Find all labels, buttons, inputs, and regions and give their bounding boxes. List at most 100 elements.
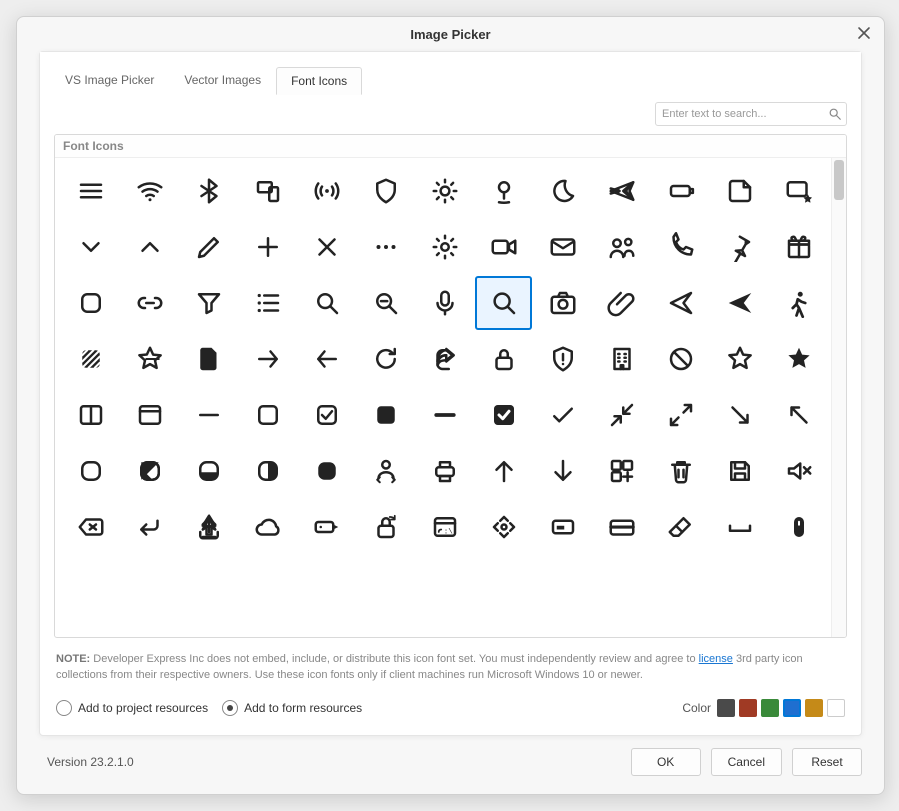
chevron-down-icon[interactable] — [63, 220, 120, 274]
color-swatch[interactable] — [783, 699, 801, 717]
walk-icon[interactable] — [770, 276, 827, 330]
arrow-expand-icon[interactable] — [652, 388, 709, 442]
color-swatch[interactable] — [739, 699, 757, 717]
magnifier-icon[interactable] — [475, 276, 532, 330]
close-icon[interactable] — [856, 25, 874, 43]
scrollbar-thumb[interactable] — [834, 160, 844, 200]
square-icon[interactable] — [63, 276, 120, 330]
spacebar-icon[interactable] — [711, 500, 768, 554]
link-icon[interactable] — [122, 276, 179, 330]
prohibited-icon[interactable] — [652, 332, 709, 386]
search-icon[interactable] — [828, 107, 846, 121]
color-swatch[interactable] — [761, 699, 779, 717]
lock-icon[interactable] — [475, 332, 532, 386]
sticker-icon[interactable] — [711, 164, 768, 218]
star-solid-icon[interactable] — [770, 332, 827, 386]
people-icon[interactable] — [593, 220, 650, 274]
airplane-icon[interactable] — [593, 164, 650, 218]
pin-icon[interactable] — [711, 220, 768, 274]
chevron-up-icon[interactable] — [122, 220, 179, 274]
list-icon[interactable] — [240, 276, 297, 330]
bluetooth-icon[interactable] — [181, 164, 238, 218]
checkbox-checked-outline-icon[interactable] — [299, 388, 356, 442]
cancel-button[interactable]: Cancel — [711, 748, 782, 776]
upload-icon[interactable] — [181, 500, 238, 554]
refresh-icon[interactable] — [358, 332, 415, 386]
mic-icon[interactable] — [417, 276, 474, 330]
menu-icon[interactable] — [63, 164, 120, 218]
minus-icon[interactable] — [181, 388, 238, 442]
tab-font-icons[interactable]: Font Icons — [276, 67, 362, 95]
camera-icon[interactable] — [534, 276, 591, 330]
arrow-left-icon[interactable] — [299, 332, 356, 386]
rounded-square-solid-icon[interactable] — [299, 444, 356, 498]
color-swatch[interactable] — [827, 699, 845, 717]
gear-icon[interactable] — [417, 220, 474, 274]
card-icon[interactable] — [593, 500, 650, 554]
send-outline-icon[interactable] — [652, 276, 709, 330]
arrow-up-left-icon[interactable] — [770, 388, 827, 442]
scrollbar[interactable] — [831, 158, 846, 637]
return-icon[interactable] — [122, 500, 179, 554]
cloud-icon[interactable] — [240, 500, 297, 554]
radio-add-to-form[interactable]: Add to form resources — [222, 700, 362, 716]
file-solid-icon[interactable] — [181, 332, 238, 386]
tag-icon[interactable] — [299, 500, 356, 554]
arrow-right-icon[interactable] — [240, 332, 297, 386]
navigation-icon[interactable] — [475, 500, 532, 554]
apps-icon[interactable] — [593, 444, 650, 498]
person-swap-icon[interactable] — [358, 444, 415, 498]
checkbox-empty-icon[interactable] — [240, 388, 297, 442]
phone-icon[interactable] — [652, 220, 709, 274]
rounded-square-outline-icon[interactable] — [63, 444, 120, 498]
building-icon[interactable] — [593, 332, 650, 386]
search-icon[interactable] — [299, 276, 356, 330]
dots-horizontal-icon[interactable] — [358, 220, 415, 274]
share-icon[interactable] — [417, 332, 474, 386]
arrow-down-right-icon[interactable] — [711, 388, 768, 442]
card-small-icon[interactable] — [534, 500, 591, 554]
arrow-collapse-icon[interactable] — [593, 388, 650, 442]
pin-map-icon[interactable] — [475, 164, 532, 218]
attachment-icon[interactable] — [593, 276, 650, 330]
display-star-icon[interactable] — [770, 164, 827, 218]
x-mark-icon[interactable] — [299, 220, 356, 274]
color-swatch[interactable] — [805, 699, 823, 717]
search-input[interactable] — [656, 108, 828, 120]
star-half-outline-icon[interactable] — [122, 332, 179, 386]
rounded-square-half-bl-icon[interactable] — [122, 444, 179, 498]
minus-bold-icon[interactable] — [417, 388, 474, 442]
arrow-down-icon[interactable] — [534, 444, 591, 498]
shield-icon[interactable] — [358, 164, 415, 218]
gift-icon[interactable] — [770, 220, 827, 274]
zoom-out-icon[interactable] — [358, 276, 415, 330]
funnel-icon[interactable] — [181, 276, 238, 330]
mouse-icon[interactable] — [770, 500, 827, 554]
panel-top-icon[interactable] — [122, 388, 179, 442]
square-solid-icon[interactable] — [358, 388, 415, 442]
radio-add-to-project[interactable]: Add to project resources — [56, 700, 208, 716]
license-link[interactable]: license — [699, 653, 733, 665]
brightness-icon[interactable] — [417, 164, 474, 218]
print-icon[interactable] — [417, 444, 474, 498]
backspace-icon[interactable] — [63, 500, 120, 554]
hatch-square-icon[interactable] — [63, 332, 120, 386]
devices-icon[interactable] — [240, 164, 297, 218]
rounded-square-half-bottom-icon[interactable] — [181, 444, 238, 498]
trash-icon[interactable] — [652, 444, 709, 498]
moon-icon[interactable] — [534, 164, 591, 218]
checkbox-checked-solid-icon[interactable] — [475, 388, 532, 442]
plus-icon[interactable] — [240, 220, 297, 274]
volume-off-icon[interactable] — [770, 444, 827, 498]
star-outline-icon[interactable] — [711, 332, 768, 386]
eraser-icon[interactable] — [652, 500, 709, 554]
reset-button[interactable]: Reset — [792, 748, 862, 776]
tab-vs-image-picker[interactable]: VS Image Picker — [50, 66, 169, 94]
video-icon[interactable] — [475, 220, 532, 274]
arrow-up-icon[interactable] — [475, 444, 532, 498]
send-solid-icon[interactable] — [711, 276, 768, 330]
terminal-icon[interactable]: :\ — [417, 500, 474, 554]
mail-icon[interactable] — [534, 220, 591, 274]
save-icon[interactable] — [711, 444, 768, 498]
wifi-icon[interactable] — [122, 164, 179, 218]
